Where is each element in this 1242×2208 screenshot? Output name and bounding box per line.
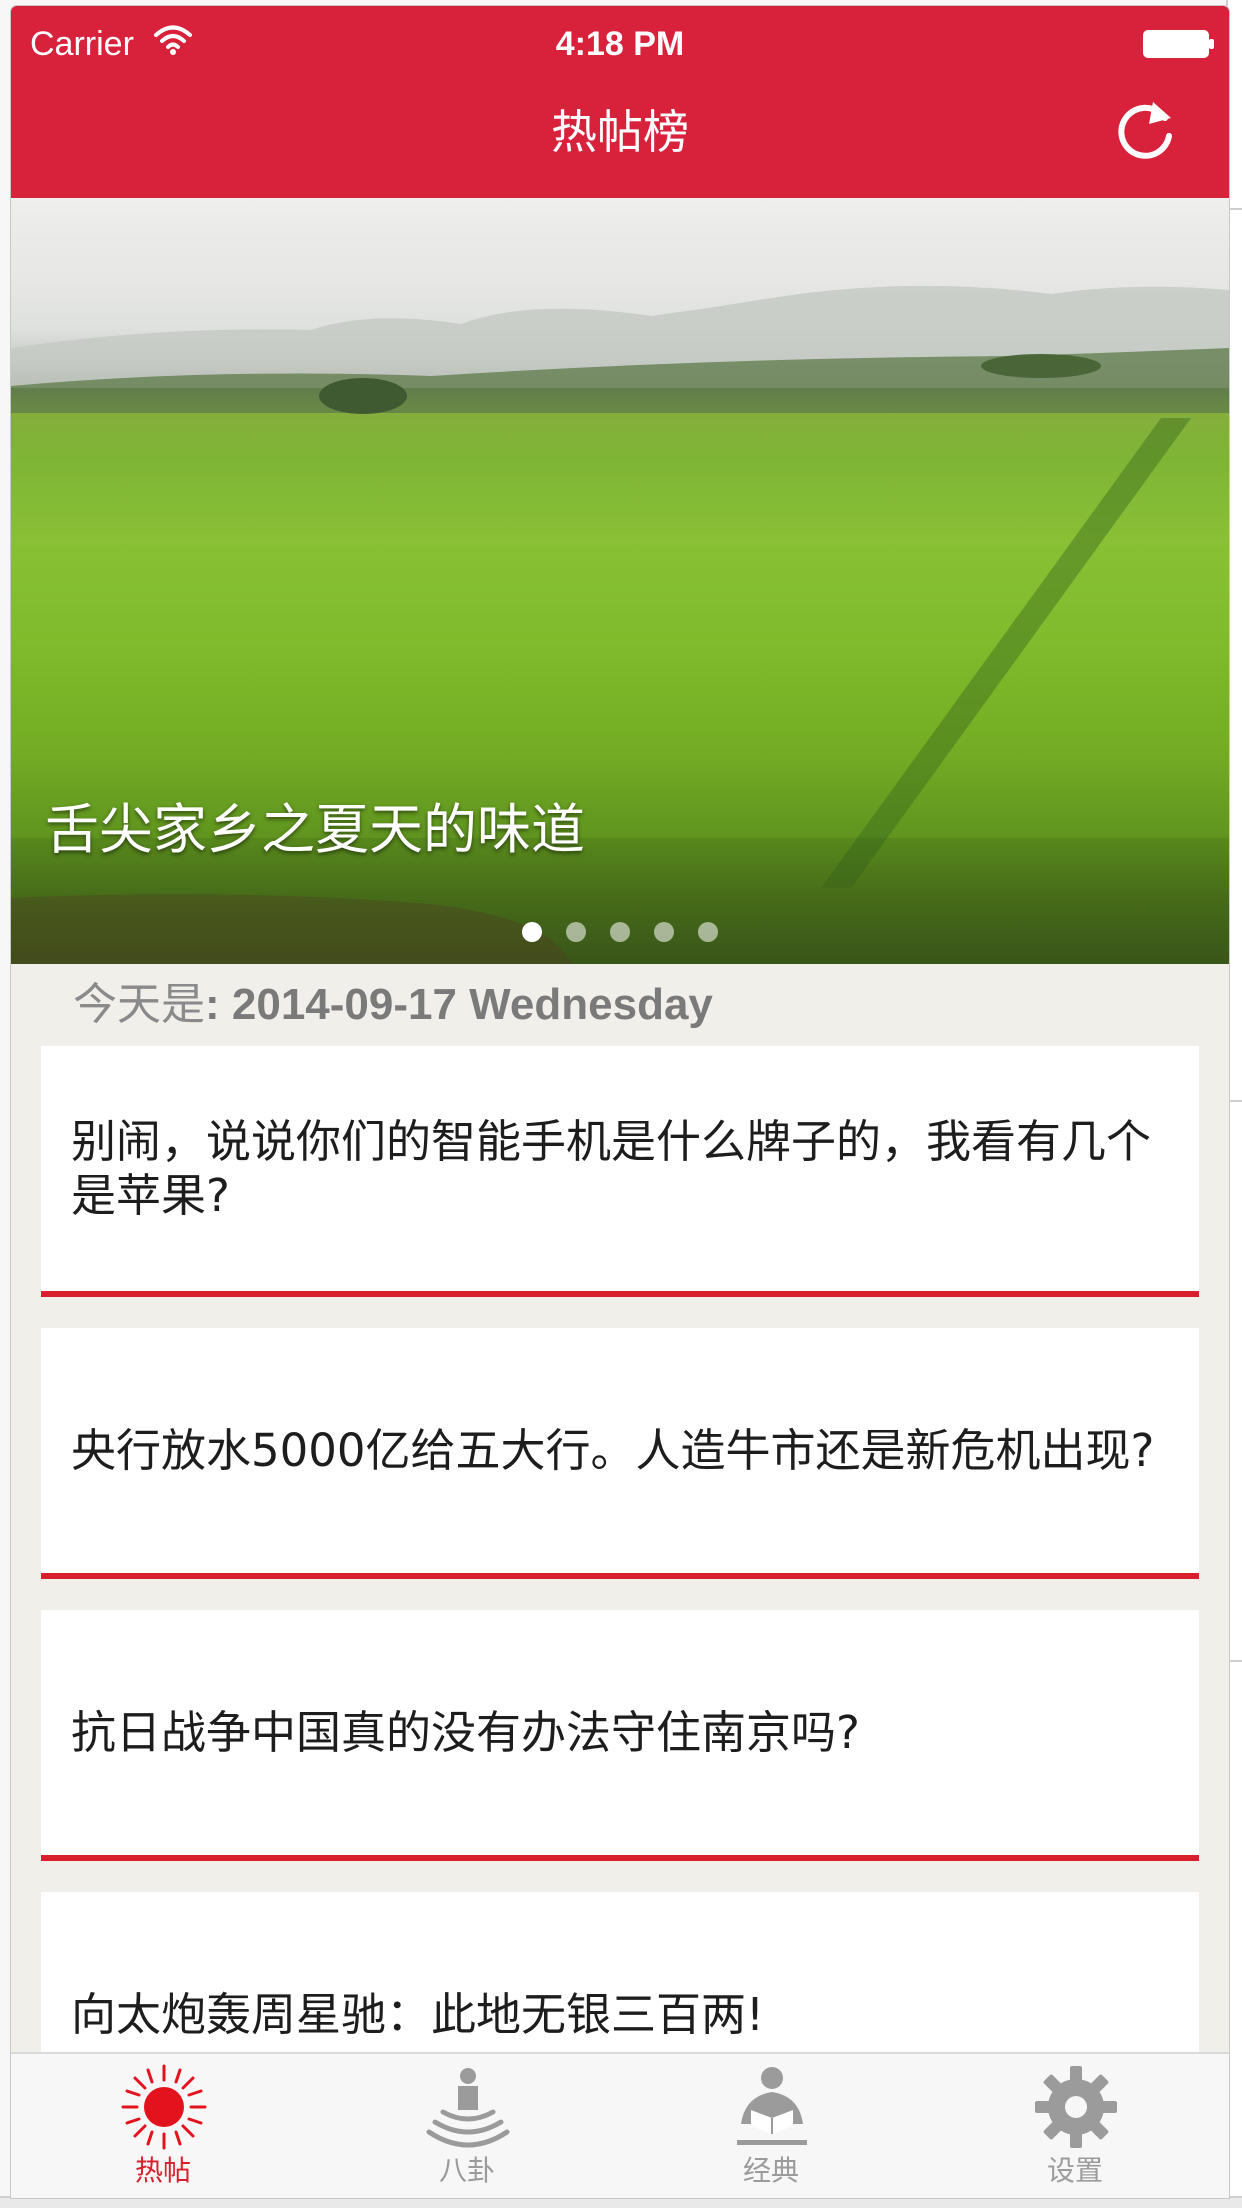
status-time: 4:18 PM (555, 25, 685, 63)
tab-bar: 热帖 八卦 经典 设置 (11, 2052, 1229, 2198)
post-title: 央行放水5000亿给五大行。人造牛市还是新危机出现? (71, 1423, 1155, 1477)
post-card[interactable]: 央行放水5000亿给五大行。人造牛市还是新危机出现? (41, 1328, 1199, 1579)
tab-settings[interactable]: 设置 (923, 2054, 1227, 2198)
reader-icon (737, 2067, 807, 2145)
tab-label: 经典 (742, 2154, 799, 2187)
tab-hot-posts[interactable]: 热帖 (11, 2054, 315, 2198)
desktop-divider (1228, 208, 1242, 210)
hot-post-list: 别闹，说说你们的智能手机是什么牌子的，我看有几个是苹果? 央行放水5000亿给五… (41, 1046, 1199, 2174)
banner-caption: 舌尖家乡之夏天的味道 (45, 798, 585, 861)
post-card[interactable]: 别闹，说说你们的智能手机是什么牌子的，我看有几个是苹果? (41, 1046, 1199, 1297)
post-card[interactable]: 抗日战争中国真的没有办法守住南京吗? (41, 1610, 1199, 1861)
desktop-divider (1228, 1100, 1242, 1102)
date-value: : 2014-09-17 Wednesday (205, 980, 713, 1029)
desktop-divider (1228, 1660, 1242, 1662)
refresh-button[interactable] (1111, 96, 1181, 166)
page-dot[interactable] (566, 922, 586, 942)
broadcast-person-icon (426, 2068, 510, 2148)
page-dot[interactable] (610, 922, 630, 942)
page-title: 热帖榜 (551, 105, 689, 159)
post-title: 别闹，说说你们的智能手机是什么牌子的，我看有几个是苹果? (71, 1114, 1152, 1222)
sun-icon (121, 2064, 207, 2150)
page-control[interactable] (11, 922, 1229, 944)
page-dot[interactable] (522, 922, 542, 942)
post-title: 向太炮轰周星驰：此地无银三百两! (71, 1987, 765, 2041)
page-dot[interactable] (698, 922, 718, 942)
featured-banner[interactable]: 舌尖家乡之夏天的味道 (11, 198, 1229, 964)
page-dot[interactable] (654, 922, 674, 942)
tab-label: 八卦 (438, 2154, 495, 2187)
date-prefix: 今天是 (73, 979, 205, 1030)
post-title: 抗日战争中国真的没有办法守住南京吗? (71, 1705, 860, 1759)
tab-classics[interactable]: 经典 (619, 2054, 923, 2198)
today-date-line: 今天是: 2014-09-17 Wednesday (73, 972, 713, 1038)
tab-label: 设置 (1046, 2154, 1103, 2187)
phone-screen: Carrier 4:18 PM 热帖榜 舌尖家乡之夏天的味道 今天是: 2014… (11, 6, 1229, 2198)
navigation-bar: Carrier 4:18 PM 热帖榜 (11, 6, 1229, 198)
tab-label: 热帖 (134, 2154, 191, 2187)
gear-icon (1035, 2066, 1117, 2148)
tab-gossip[interactable]: 八卦 (315, 2054, 619, 2198)
battery-icon (1143, 30, 1214, 58)
